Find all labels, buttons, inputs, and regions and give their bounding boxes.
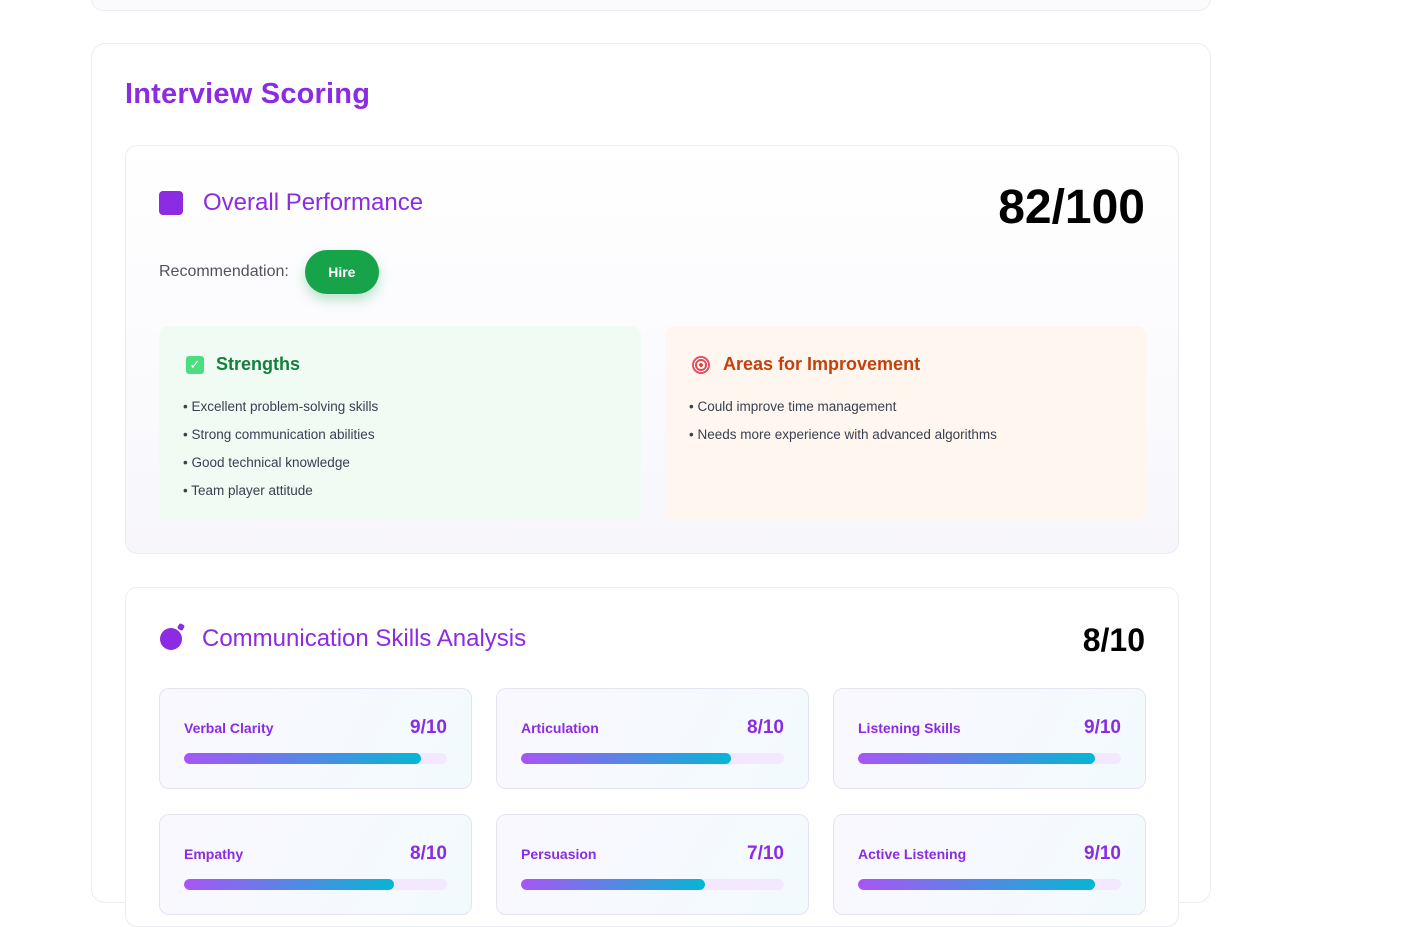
bomb-icon	[160, 628, 182, 650]
list-item: • Could improve time management	[689, 399, 897, 414]
list-item: • Good technical knowledge	[183, 455, 350, 470]
skill-progress-track	[521, 753, 784, 764]
target-icon	[692, 355, 710, 374]
communication-title: Communication Skills Analysis	[202, 625, 527, 652]
previous-card	[91, 0, 1211, 11]
skill-progress-track	[521, 879, 784, 890]
skill-name: Verbal Clarity	[184, 720, 274, 736]
strengths-box: ✓ Strengths • Excellent problem-solving …	[159, 326, 641, 520]
skill-name: Active Listening	[858, 846, 967, 862]
skill-progress-track	[858, 753, 1121, 764]
skill-name: Persuasion	[521, 846, 597, 862]
communication-skills-card: Communication Skills Analysis 8/10 Verba…	[125, 587, 1179, 927]
improvements-box: Areas for Improvement • Could improve ti…	[665, 326, 1147, 520]
skill-card: Articulation 8/10	[496, 688, 809, 789]
recommendation-label: Recommendation:	[159, 263, 289, 280]
skill-score: 9/10	[410, 717, 447, 738]
improvements-header: Areas for Improvement	[692, 354, 1123, 375]
overall-performance-title: Overall Performance	[203, 189, 424, 216]
overall-performance-card: Overall Performance 82/100 Recommendatio…	[125, 145, 1179, 554]
skill-progress-fill	[858, 753, 1095, 764]
skill-card: Listening Skills 9/10	[833, 688, 1146, 789]
improvements-list: • Could improve time management • Needs …	[689, 393, 1123, 449]
communication-score: 8/10	[1082, 622, 1145, 658]
skill-score: 9/10	[1084, 717, 1121, 738]
skill-row: Articulation 8/10	[521, 717, 784, 739]
skill-name: Articulation	[521, 720, 599, 736]
strengths-title: Strengths	[216, 354, 301, 374]
skill-card: Persuasion 7/10	[496, 814, 809, 915]
skill-progress-track	[184, 753, 447, 764]
skill-name: Empathy	[184, 846, 244, 862]
strengths-header: ✓ Strengths	[186, 354, 617, 375]
skill-progress-fill	[858, 879, 1095, 890]
skill-score: 8/10	[747, 717, 784, 738]
overall-performance-header: Overall Performance	[159, 189, 423, 217]
skill-progress-fill	[184, 879, 395, 890]
interview-scoring-card: Interview Scoring Overall Performance 82…	[91, 43, 1211, 927]
overall-score: 82/100	[998, 181, 1145, 234]
skill-row: Empathy 8/10	[184, 843, 447, 865]
list-item: • Strong communication abilities	[183, 427, 375, 442]
list-item: • Needs more experience with advanced al…	[689, 427, 997, 442]
check-icon: ✓	[186, 355, 204, 374]
strengths-list: • Excellent problem-solving skills • Str…	[183, 393, 617, 505]
skill-name: Listening Skills	[858, 720, 961, 736]
skill-progress-fill	[521, 753, 732, 764]
skill-progress-track	[858, 879, 1121, 890]
recommendation-row: Recommendation: Hire	[159, 250, 379, 294]
skill-row: Verbal Clarity 9/10	[184, 717, 447, 739]
skill-score: 7/10	[747, 843, 784, 864]
purple-square-icon	[159, 191, 183, 215]
skill-score: 9/10	[1084, 843, 1121, 864]
skill-progress-fill	[184, 753, 421, 764]
communication-header: Communication Skills Analysis	[160, 625, 526, 653]
skill-card: Active Listening 9/10	[833, 814, 1146, 915]
recommendation-badge: Hire	[304, 250, 379, 294]
skill-row: Active Listening 9/10	[858, 843, 1121, 865]
skill-progress-track	[184, 879, 447, 890]
list-item: • Team player attitude	[183, 483, 313, 498]
skill-row: Listening Skills 9/10	[858, 717, 1121, 739]
skill-card: Verbal Clarity 9/10	[159, 688, 472, 789]
section-title: Interview Scoring	[125, 78, 371, 110]
skills-grid: Verbal Clarity 9/10 Articulation 8/10 Li…	[159, 688, 1147, 915]
list-item: • Excellent problem-solving skills	[183, 399, 379, 414]
skill-row: Persuasion 7/10	[521, 843, 784, 865]
skill-score: 8/10	[410, 843, 447, 864]
skill-progress-fill	[521, 879, 706, 890]
skill-card: Empathy 8/10	[159, 814, 472, 915]
improvements-title: Areas for Improvement	[723, 354, 921, 374]
